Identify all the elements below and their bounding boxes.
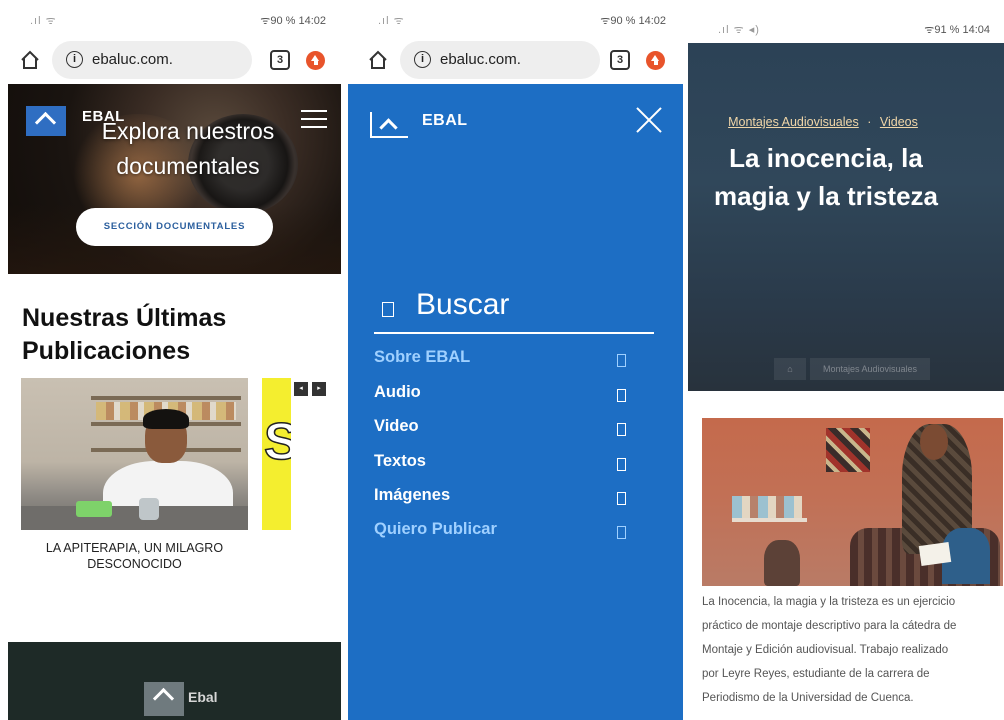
category-link-montajes[interactable]: Montajes Audiovisuales — [728, 115, 859, 129]
search-icon — [382, 302, 394, 317]
article-title: La inocencia, la magia y la tristeza — [714, 143, 938, 211]
browser-toolbar: i ebaluc.com. 3 — [348, 36, 688, 84]
status-right: ᯤ91 % 14:04 — [924, 24, 990, 36]
article-header: Montajes Audiovisuales · Videos La inoce… — [688, 43, 1004, 391]
close-icon[interactable] — [635, 106, 663, 134]
publication-title[interactable]: LA APITERAPIA, UN MILAGRO DESCONOCIDO — [21, 540, 248, 572]
documentaries-button[interactable]: SECCIÓN DOCUMENTALES — [76, 208, 273, 246]
menu-item-video[interactable]: Video — [374, 417, 654, 445]
menu-item-audio[interactable]: Audio — [374, 383, 654, 411]
hero-title: Explora nuestros documentales — [101, 118, 275, 179]
status-right: ᯤ90 % 14:02 — [260, 15, 326, 27]
ebal-logo-icon[interactable] — [370, 112, 408, 138]
signal-icon: .ıl ᯤ ◂) — [718, 24, 760, 36]
home-icon[interactable] — [20, 50, 40, 70]
footer-brand: Ebal — [188, 689, 218, 705]
status-right: ᯤ90 % 14:02 — [600, 15, 666, 27]
chevron-icon — [617, 458, 626, 471]
navigation-menu: EBAL Buscar Sobre EBAL Audio Video Texto… — [348, 84, 683, 720]
section-title: Nuestras Últimas Publicaciones — [22, 304, 227, 365]
address-bar[interactable]: i ebaluc.com. — [400, 41, 600, 79]
menu-item-imagenes[interactable]: Imágenes — [374, 486, 654, 514]
screen-home: .ıl ᯤ ᯤ90 % 14:02 i ebaluc.com. 3 EBAL E… — [0, 0, 348, 720]
search-label: Buscar — [416, 288, 510, 321]
chevron-icon — [617, 492, 626, 505]
browser-toolbar: i ebaluc.com. 3 — [0, 36, 348, 84]
chevron-icon — [617, 354, 626, 367]
signal-icon: .ıl ᯤ — [30, 15, 57, 27]
menu-item-sobre-ebal[interactable]: Sobre EBAL — [374, 348, 654, 376]
info-icon[interactable]: i — [414, 51, 431, 68]
ebal-logo-icon[interactable] — [26, 106, 66, 136]
breadcrumb-item[interactable]: Montajes Audiovisuales — [810, 358, 930, 380]
url-text: ebaluc.com. — [440, 51, 521, 68]
breadcrumb-home-icon[interactable]: ⌂ — [774, 358, 806, 380]
address-bar[interactable]: i ebaluc.com. — [52, 41, 252, 79]
search-field[interactable]: Buscar — [374, 282, 654, 334]
carousel-prev-button[interactable]: ◂ — [294, 382, 308, 396]
home-icon[interactable] — [368, 50, 388, 70]
screen-menu: .ıl ᯤ ᯤ90 % 14:02 i ebaluc.com. 3 EBAL B… — [348, 0, 688, 720]
article-categories: Montajes Audiovisuales · Videos — [728, 115, 918, 129]
info-icon[interactable]: i — [66, 51, 83, 68]
menu-item-quiero-publicar[interactable]: Quiero Publicar — [374, 520, 654, 548]
footer-logo-icon[interactable] — [144, 682, 184, 716]
screen-article: .ıl ᯤ ◂) ᯤ91 % 14:04 Montajes Audiovisua… — [688, 0, 1004, 720]
update-icon[interactable] — [646, 51, 665, 70]
category-link-videos[interactable]: Videos — [880, 115, 918, 129]
url-text: ebaluc.com. — [92, 51, 173, 68]
menu-item-textos[interactable]: Textos — [374, 452, 654, 480]
update-icon[interactable] — [306, 51, 325, 70]
chevron-icon — [617, 389, 626, 402]
chevron-icon — [617, 526, 626, 539]
hamburger-menu-icon[interactable] — [301, 110, 327, 128]
status-bar: .ıl ᯤ ᯤ90 % 14:02 — [348, 0, 688, 36]
article-video-thumbnail[interactable] — [702, 418, 1003, 586]
hero-banner: EBAL Explora nuestros documentales SECCI… — [8, 84, 341, 274]
tab-switcher-button[interactable]: 3 — [270, 50, 290, 70]
site-footer: Ebal — [8, 642, 341, 720]
tab-switcher-button[interactable]: 3 — [610, 50, 630, 70]
next-publication-thumbnail[interactable]: S — [262, 378, 291, 530]
carousel-next-button[interactable]: ▸ — [312, 382, 326, 396]
publication-thumbnail[interactable] — [21, 378, 248, 530]
chevron-icon — [617, 423, 626, 436]
brand-name[interactable]: EBAL — [422, 112, 468, 130]
status-bar: .ıl ᯤ ᯤ90 % 14:02 — [0, 0, 348, 36]
status-bar: .ıl ᯤ ◂) ᯤ91 % 14:04 — [688, 0, 1004, 43]
article-description: La Inocencia, la magia y la tristeza es … — [702, 596, 957, 704]
signal-icon: .ıl ᯤ — [378, 15, 405, 27]
